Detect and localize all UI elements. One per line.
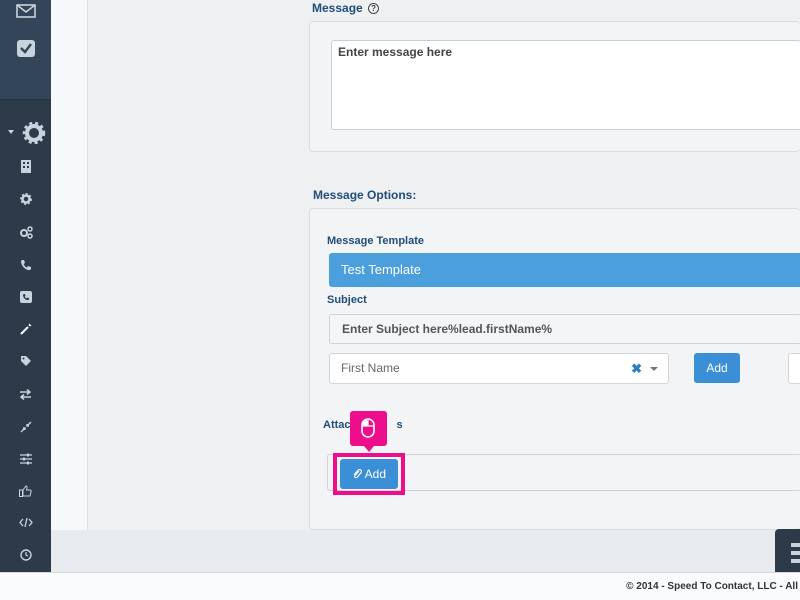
sidebar [0, 0, 51, 572]
cog-icon[interactable] [0, 190, 51, 206]
copyright-text: © 2014 - Speed To Contact, LLC - All [626, 581, 798, 592]
help-icon[interactable]: ? [368, 3, 380, 14]
tag-icon[interactable] [0, 352, 51, 368]
message-template-select[interactable]: Test Template [329, 253, 800, 287]
envelope-icon[interactable] [0, 2, 51, 18]
add-field-button[interactable]: Add [694, 353, 740, 383]
subject-input[interactable]: Enter Subject here%lead.firstName% [329, 314, 800, 344]
calendar-check-icon[interactable] [0, 38, 51, 58]
message-template-label: Message Template [327, 235, 425, 247]
code-icon[interactable] [0, 514, 51, 530]
building-icon[interactable] [0, 158, 51, 174]
clock-icon[interactable] [0, 546, 51, 562]
phone-icon[interactable] [0, 256, 51, 272]
settings-gear-icon[interactable] [0, 122, 51, 144]
add-attachment-button[interactable]: Add [340, 459, 398, 489]
message-placeholder: Enter message here [338, 45, 453, 59]
paperclip-icon [352, 467, 365, 481]
message-textarea[interactable]: Enter message here [331, 40, 800, 130]
thumbs-up-icon[interactable] [0, 482, 51, 498]
field-select[interactable]: First Name ✖ [329, 353, 669, 384]
chevron-down-icon[interactable] [650, 367, 658, 371]
mouse-icon [361, 418, 375, 443]
magic-wand-icon[interactable] [0, 320, 51, 336]
subject-label: Subject [327, 294, 367, 306]
mouse-click-indicator [350, 411, 387, 452]
menu-icon [791, 543, 800, 570]
cogs-icon[interactable] [0, 223, 51, 239]
message-label: Message ? [312, 1, 380, 15]
clear-icon[interactable]: ✖ [631, 354, 642, 383]
phone-square-icon[interactable] [0, 288, 51, 304]
field-select-value: First Name [341, 361, 400, 375]
right-input-stub[interactable] [788, 353, 800, 384]
compress-icon[interactable] [0, 418, 51, 434]
menu-toggle[interactable] [775, 529, 800, 572]
footer: © 2014 - Speed To Contact, LLC - All [0, 572, 800, 600]
content-left-strip [51, 0, 88, 530]
message-options-heading: Message Options: [313, 188, 417, 202]
sliders-icon[interactable] [0, 450, 51, 466]
exchange-icon[interactable] [0, 386, 51, 402]
